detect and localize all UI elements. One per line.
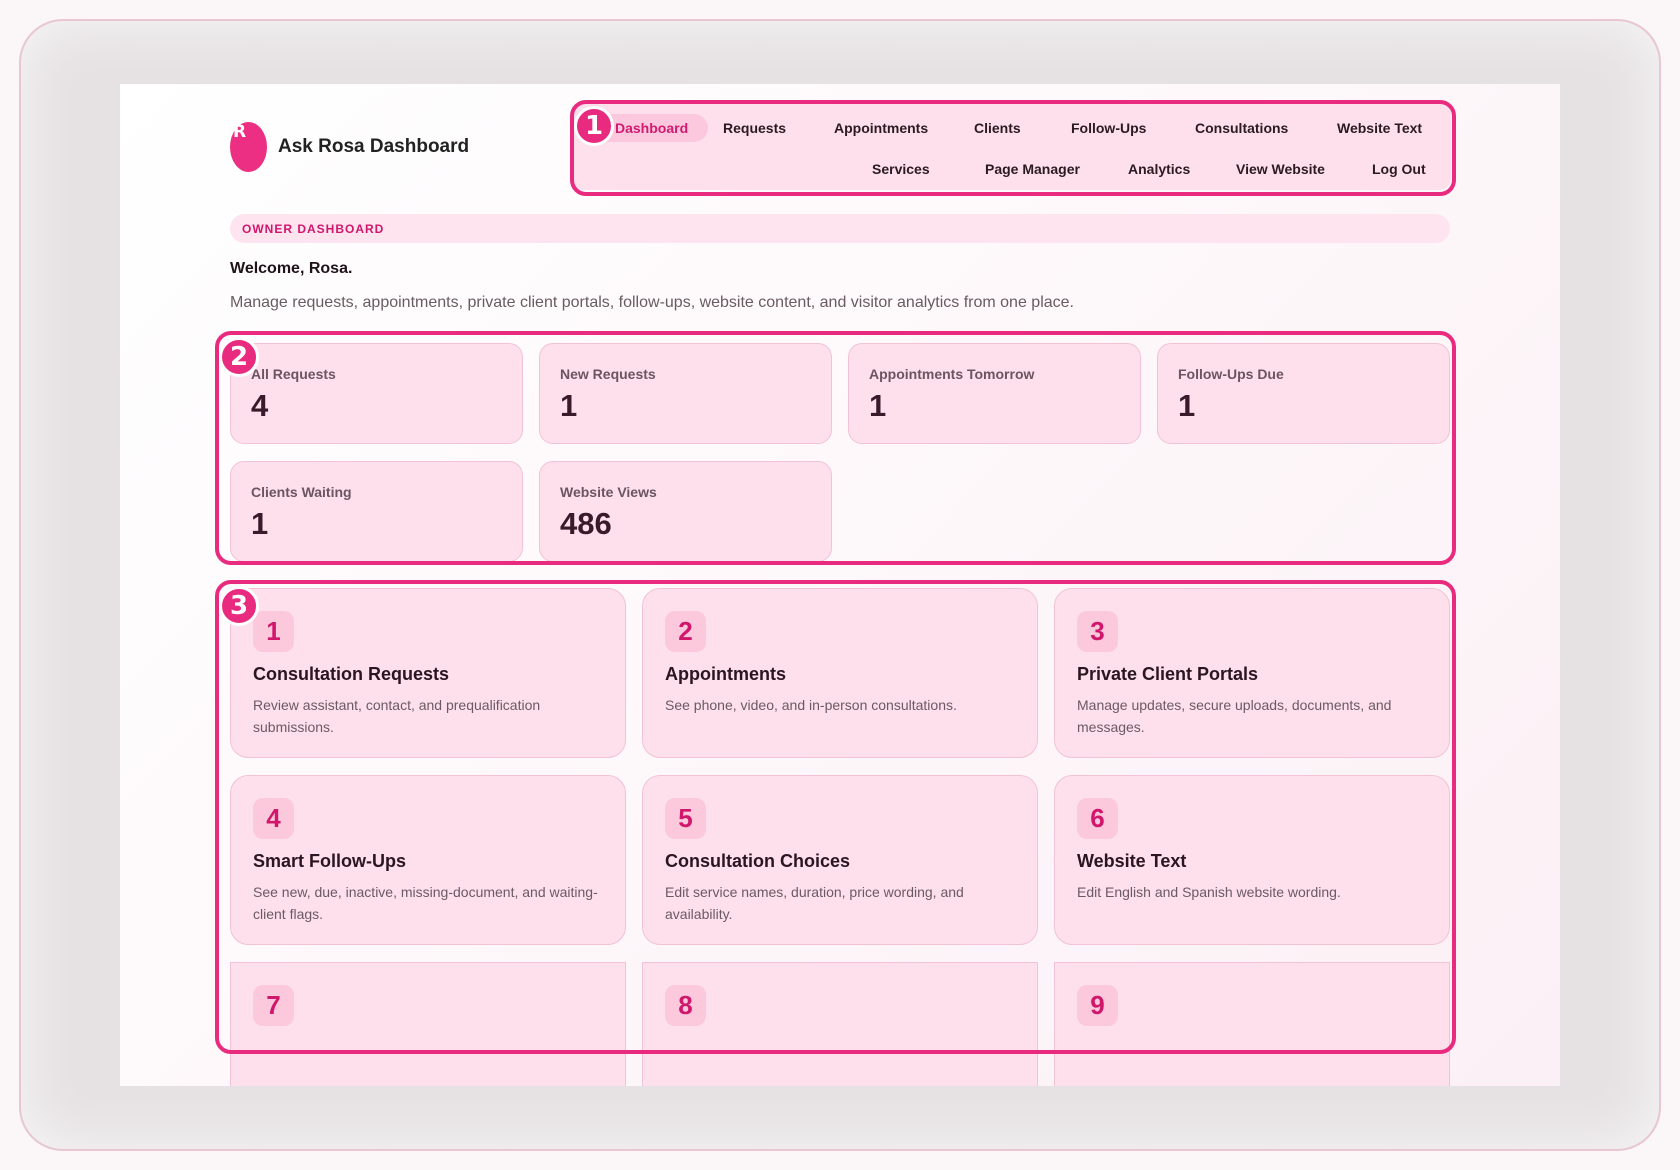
highlight-region-navigation xyxy=(570,100,1456,196)
welcome-heading: Welcome, Rosa. xyxy=(230,260,353,277)
marker-badge-1: 1 xyxy=(574,106,614,146)
dashboard-subtitle: Manage requests, appointments, private c… xyxy=(230,294,1074,311)
highlight-region-stats xyxy=(215,331,1456,565)
owner-dashboard-label: OWNER DASHBOARD xyxy=(242,222,385,236)
logo-letter: R xyxy=(233,122,247,142)
highlight-region-tools xyxy=(215,580,1456,1054)
brand-title: Ask Rosa Dashboard xyxy=(278,136,470,157)
marker-badge-2: 2 xyxy=(219,337,259,377)
logo-icon: R xyxy=(230,122,267,172)
marker-badge-3: 3 xyxy=(219,586,259,626)
owner-dashboard-banner: OWNER DASHBOARD xyxy=(230,214,1450,243)
